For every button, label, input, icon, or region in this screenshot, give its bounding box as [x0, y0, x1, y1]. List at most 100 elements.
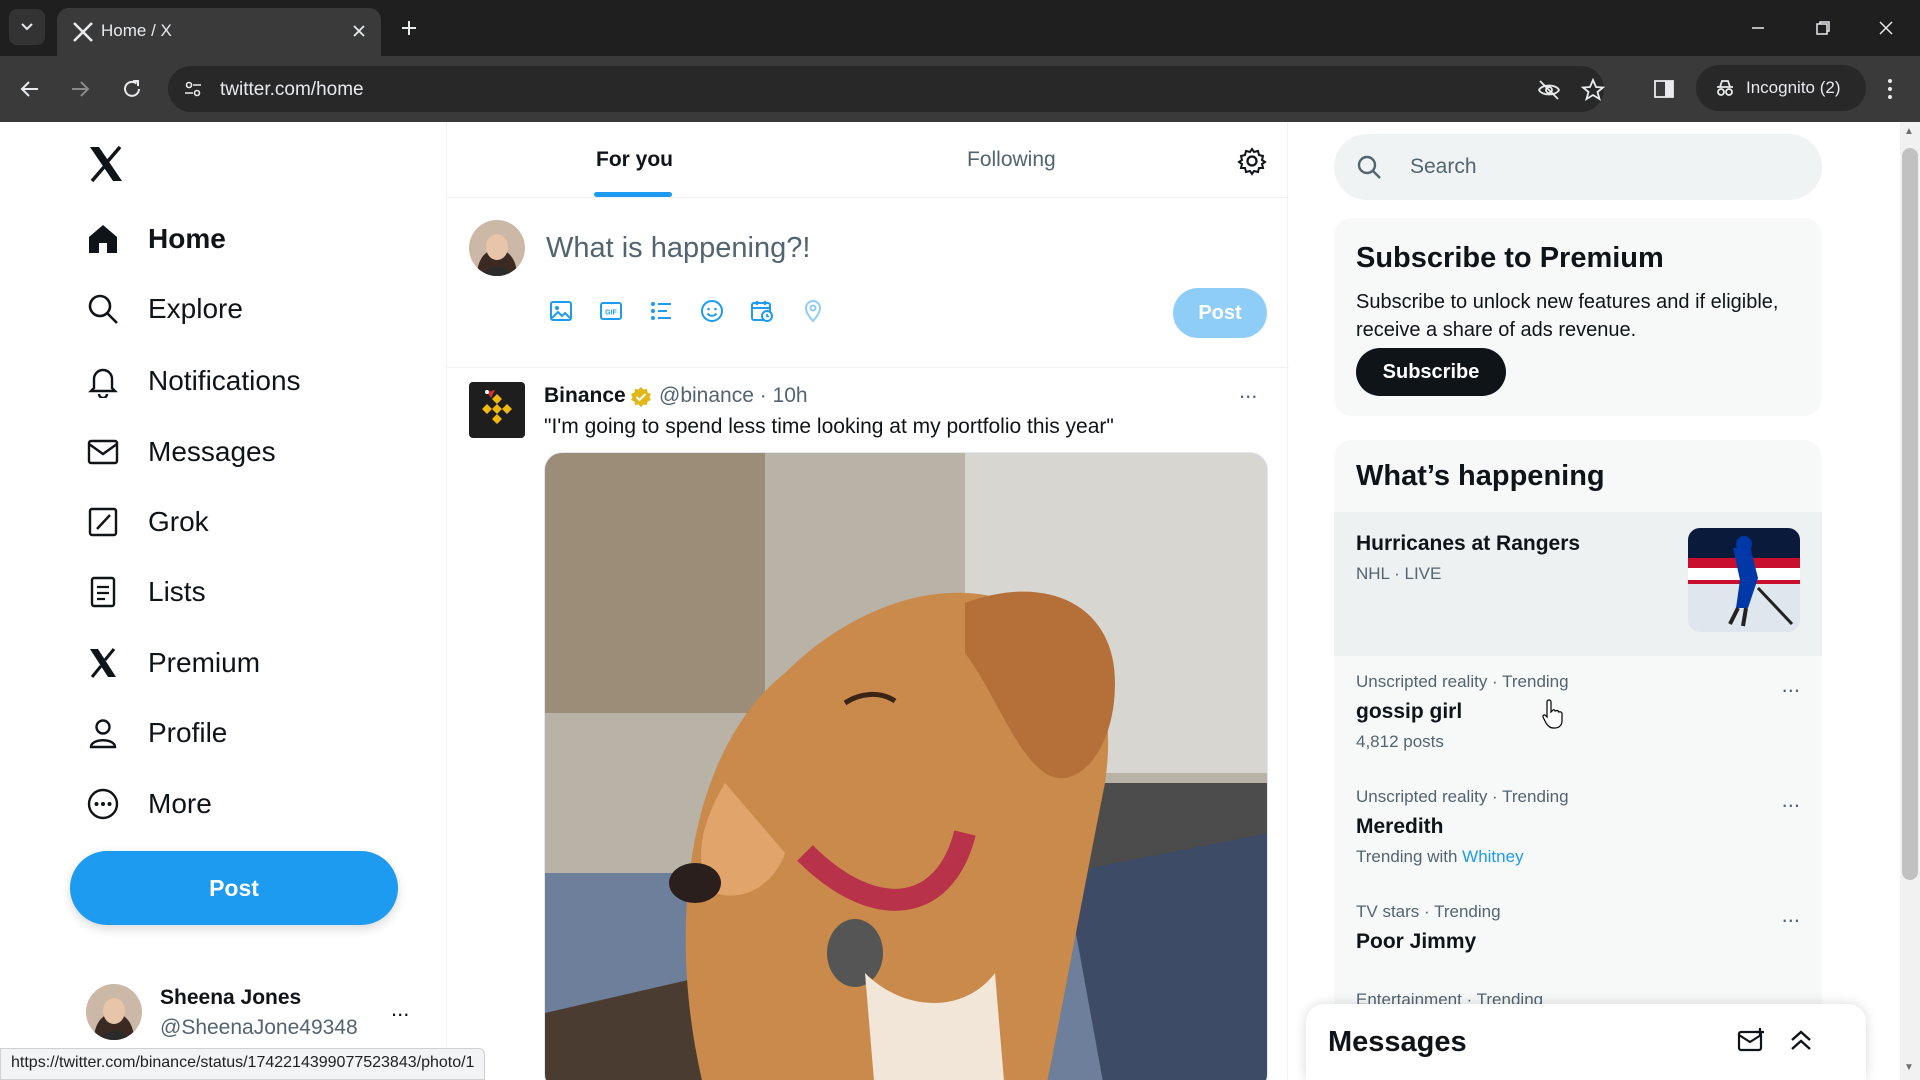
- x-icon: [84, 644, 122, 682]
- nav-label: Lists: [148, 576, 206, 607]
- tweet[interactable]: Binance @binance · 10h ... "I'm going to…: [447, 368, 1289, 1080]
- trend-title: Poor Jimmy: [1356, 930, 1477, 953]
- emoji-icon[interactable]: [697, 296, 727, 326]
- star-icon[interactable]: [1580, 77, 1606, 103]
- browser-toolbar: twitter.com/home Incognito (2): [0, 56, 1920, 122]
- premium-title: Subscribe to Premium: [1356, 242, 1664, 274]
- nav-grok[interactable]: Grok: [84, 494, 209, 550]
- search-placeholder: Search: [1410, 155, 1477, 178]
- nav-messages[interactable]: Messages: [84, 424, 276, 480]
- nav-label: Premium: [148, 647, 261, 678]
- media-icon[interactable]: [546, 296, 576, 326]
- close-tab-icon[interactable]: [347, 19, 371, 43]
- page: Home Explore Notifications Messages Grok…: [0, 122, 1920, 1080]
- nav-home[interactable]: Home: [84, 211, 226, 267]
- nav-explore[interactable]: Explore: [84, 281, 243, 337]
- minimize-icon[interactable]: [1740, 12, 1776, 44]
- x-logo-icon[interactable]: [84, 142, 128, 186]
- trend-with-link[interactable]: Whitney: [1462, 847, 1523, 866]
- nav-notifications[interactable]: Notifications: [84, 353, 301, 409]
- trend-title: Meredith: [1356, 815, 1444, 838]
- nav-premium[interactable]: Premium: [84, 635, 260, 691]
- trend-image: [1688, 528, 1800, 632]
- more-horizontal-icon[interactable]: ...: [1239, 378, 1257, 404]
- person-icon: [84, 714, 122, 752]
- location-icon[interactable]: [798, 296, 828, 326]
- trend-item[interactable]: Unscripted reality · Trending Meredith T…: [1356, 787, 1800, 867]
- more-circle-icon: [84, 785, 122, 823]
- nav-label: Home: [148, 223, 226, 254]
- trend-title: gossip girl: [1356, 700, 1463, 723]
- nav-profile[interactable]: Profile: [84, 705, 227, 761]
- tweet-image[interactable]: [544, 452, 1268, 1080]
- back-icon[interactable]: [12, 71, 48, 107]
- gif-icon[interactable]: GIF: [596, 296, 626, 326]
- more-horizontal-icon[interactable]: ...: [1782, 787, 1800, 813]
- browser-tab[interactable]: Home / X: [57, 8, 381, 56]
- whats-happening: What’s happening Hurricanes at Rangers N…: [1334, 440, 1822, 1080]
- scrollbar-thumb[interactable]: [1902, 148, 1918, 880]
- trend-item[interactable]: TV stars · Trending Poor Jimmy ...: [1356, 902, 1800, 954]
- tweet-handle-time[interactable]: @binance · 10h: [659, 384, 808, 408]
- trend-with-prefix: Trending with: [1356, 847, 1458, 866]
- messages-drawer-title: Messages: [1328, 1026, 1467, 1058]
- side-panel-icon[interactable]: [1646, 71, 1682, 107]
- timeline: For you Following What is happening?! GI…: [446, 122, 1289, 1080]
- nav-label: Messages: [148, 436, 276, 467]
- avatar: [469, 220, 525, 276]
- address-bar[interactable]: twitter.com/home: [168, 66, 1606, 112]
- scroll-down-icon[interactable]: ▼: [1904, 1062, 1914, 1073]
- scroll-up-icon[interactable]: ▲: [1904, 126, 1914, 137]
- tab-following[interactable]: Following: [967, 148, 1056, 172]
- eye-off-icon[interactable]: [1536, 77, 1562, 103]
- chevron-up-double-icon[interactable]: [1786, 1026, 1816, 1056]
- nav-label: Notifications: [148, 365, 301, 396]
- more-horizontal-icon[interactable]: ...: [1782, 902, 1800, 928]
- tweet-text: "I'm going to spend less time looking at…: [544, 415, 1114, 438]
- close-window-icon[interactable]: [1868, 12, 1904, 44]
- reload-icon[interactable]: [114, 71, 150, 107]
- tweet-author-name[interactable]: Binance: [544, 384, 626, 408]
- nav-more[interactable]: More: [84, 776, 212, 832]
- trend-highlight[interactable]: Hurricanes at Rangers NHL · LIVE: [1334, 512, 1822, 656]
- account-name: Sheena Jones: [160, 986, 302, 1009]
- restore-icon[interactable]: [1805, 12, 1841, 44]
- search-input[interactable]: Search: [1334, 134, 1822, 200]
- search-icon: [1357, 155, 1381, 179]
- new-message-icon[interactable]: [1736, 1026, 1766, 1056]
- status-bar-url: https://twitter.com/binance/status/17422…: [0, 1048, 486, 1080]
- trend-with: Trending with Whitney: [1356, 847, 1800, 867]
- list-icon: [84, 573, 122, 611]
- url-text: twitter.com/home: [220, 79, 364, 100]
- grok-icon: [84, 503, 122, 541]
- post-button[interactable]: Post: [70, 851, 398, 925]
- avatar: [86, 984, 142, 1040]
- subscribe-button[interactable]: Subscribe: [1356, 348, 1506, 396]
- messages-drawer[interactable]: Messages: [1306, 1004, 1866, 1080]
- account-switcher[interactable]: Sheena Jones @SheenaJone49348 ...: [86, 982, 426, 1052]
- gear-icon[interactable]: [1237, 146, 1267, 176]
- tab-for-you[interactable]: For you: [596, 148, 673, 172]
- trend-item[interactable]: Unscripted reality · Trending gossip gir…: [1356, 672, 1800, 752]
- new-tab-icon[interactable]: [395, 14, 423, 42]
- nav-lists[interactable]: Lists: [84, 564, 206, 620]
- more-horizontal-icon[interactable]: ...: [391, 996, 409, 1022]
- x-logo-icon: [73, 22, 93, 42]
- nav-label: Profile: [148, 717, 228, 748]
- tab-title: Home / X: [101, 21, 172, 40]
- more-horizontal-icon[interactable]: ...: [1782, 672, 1800, 698]
- compose-input[interactable]: What is happening?!: [546, 232, 810, 265]
- incognito-indicator[interactable]: Incognito (2): [1696, 65, 1866, 111]
- binance-avatar[interactable]: [469, 382, 525, 438]
- browser-menu-icon[interactable]: [1872, 71, 1908, 107]
- schedule-icon[interactable]: [747, 296, 777, 326]
- tab-search-button[interactable]: [9, 9, 45, 45]
- site-info-icon[interactable]: [180, 76, 206, 102]
- verified-badge-icon: [631, 387, 651, 407]
- forward-icon[interactable]: [62, 71, 98, 107]
- browser-tab-bar: Home / X: [0, 0, 1920, 56]
- account-handle: @SheenaJone49348: [160, 1016, 358, 1039]
- poll-icon[interactable]: [646, 296, 676, 326]
- compose-post-button[interactable]: Post: [1173, 288, 1267, 338]
- premium-card: Subscribe to Premium Subscribe to unlock…: [1334, 218, 1822, 416]
